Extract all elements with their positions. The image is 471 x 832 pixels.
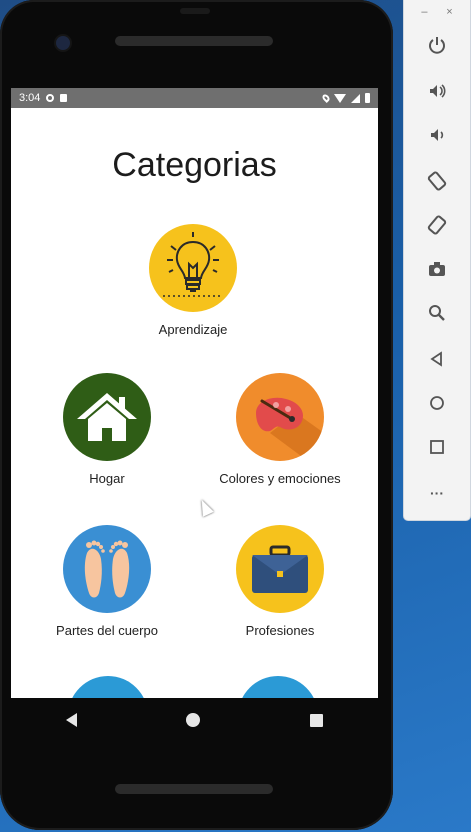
emulator-toolbar: – × ··· — [404, 0, 470, 520]
home-button[interactable] — [424, 390, 450, 416]
category-hogar[interactable]: Hogar — [22, 373, 192, 486]
top-speaker — [180, 8, 210, 14]
category-label: Partes del cuerpo — [56, 623, 158, 638]
screenshot-button[interactable] — [424, 256, 450, 282]
category-aprendizaje-image — [149, 224, 237, 312]
house-icon — [77, 393, 137, 441]
category-hogar-image — [63, 373, 151, 461]
rotate-right-button[interactable] — [424, 212, 450, 238]
back-icon[interactable] — [65, 713, 77, 727]
home-icon[interactable] — [186, 713, 201, 727]
camera-icon — [429, 262, 445, 276]
category-partes-image — [63, 525, 151, 613]
rotate-left-icon — [427, 171, 447, 191]
zoom-icon — [429, 305, 445, 321]
cell-signal-icon — [351, 93, 360, 103]
zoom-button[interactable] — [424, 300, 450, 326]
category-partial-right[interactable] — [238, 676, 318, 698]
close-button[interactable]: × — [446, 6, 452, 22]
phone-frame: 3:04 Categorias Aprendizaje Hogar Colore… — [0, 0, 393, 830]
back-triangle-icon — [430, 351, 442, 367]
back-button[interactable] — [424, 346, 450, 372]
recent-apps-icon[interactable] — [310, 713, 324, 727]
category-aprendizaje[interactable]: Aprendizaje — [108, 224, 278, 337]
earpiece-speaker — [115, 36, 273, 46]
home-circle-icon — [430, 396, 444, 410]
category-profesiones-image — [236, 525, 324, 613]
feet-icon — [84, 540, 130, 598]
rotate-right-icon — [427, 215, 447, 235]
app-screen: 3:04 Categorias Aprendizaje Hogar Colore… — [11, 88, 378, 698]
volume-down-button[interactable] — [424, 122, 450, 148]
page-title: Categorias — [112, 146, 277, 184]
wifi-icon — [334, 93, 346, 103]
settings-notification-icon — [46, 94, 55, 102]
status-time: 3:04 — [19, 92, 41, 104]
status-bar: 3:04 — [11, 88, 378, 108]
overview-button[interactable] — [424, 434, 450, 460]
front-camera — [56, 36, 70, 50]
category-colores-y-emociones[interactable]: Colores y emociones — [195, 373, 365, 486]
battery-icon — [365, 93, 370, 103]
volume-up-icon — [430, 84, 446, 98]
power-icon — [429, 37, 445, 54]
power-button[interactable] — [424, 32, 450, 58]
volume-down-icon — [431, 129, 444, 141]
sd-card-notification-icon — [60, 94, 68, 102]
bottom-speaker — [115, 784, 273, 794]
volume-up-button[interactable] — [424, 78, 450, 104]
category-colores-image — [236, 373, 324, 461]
category-partes-del-cuerpo[interactable]: Partes del cuerpo — [22, 525, 192, 638]
briefcase-icon — [252, 545, 308, 593]
category-label: Colores y emociones — [219, 471, 341, 486]
category-label: Hogar — [89, 471, 125, 486]
overview-square-icon — [430, 440, 444, 454]
location-icon — [321, 93, 331, 103]
minimize-button[interactable]: – — [421, 6, 427, 22]
category-profesiones[interactable]: Profesiones — [195, 525, 365, 638]
more-button[interactable]: ··· — [424, 480, 450, 506]
lightbulb-icon — [163, 232, 223, 297]
android-nav-bar — [11, 698, 378, 742]
category-label: Aprendizaje — [158, 322, 228, 337]
category-partial-left[interactable] — [68, 676, 148, 698]
palette-icon — [256, 397, 324, 461]
category-label: Profesiones — [245, 623, 315, 638]
rotate-left-button[interactable] — [424, 168, 450, 194]
